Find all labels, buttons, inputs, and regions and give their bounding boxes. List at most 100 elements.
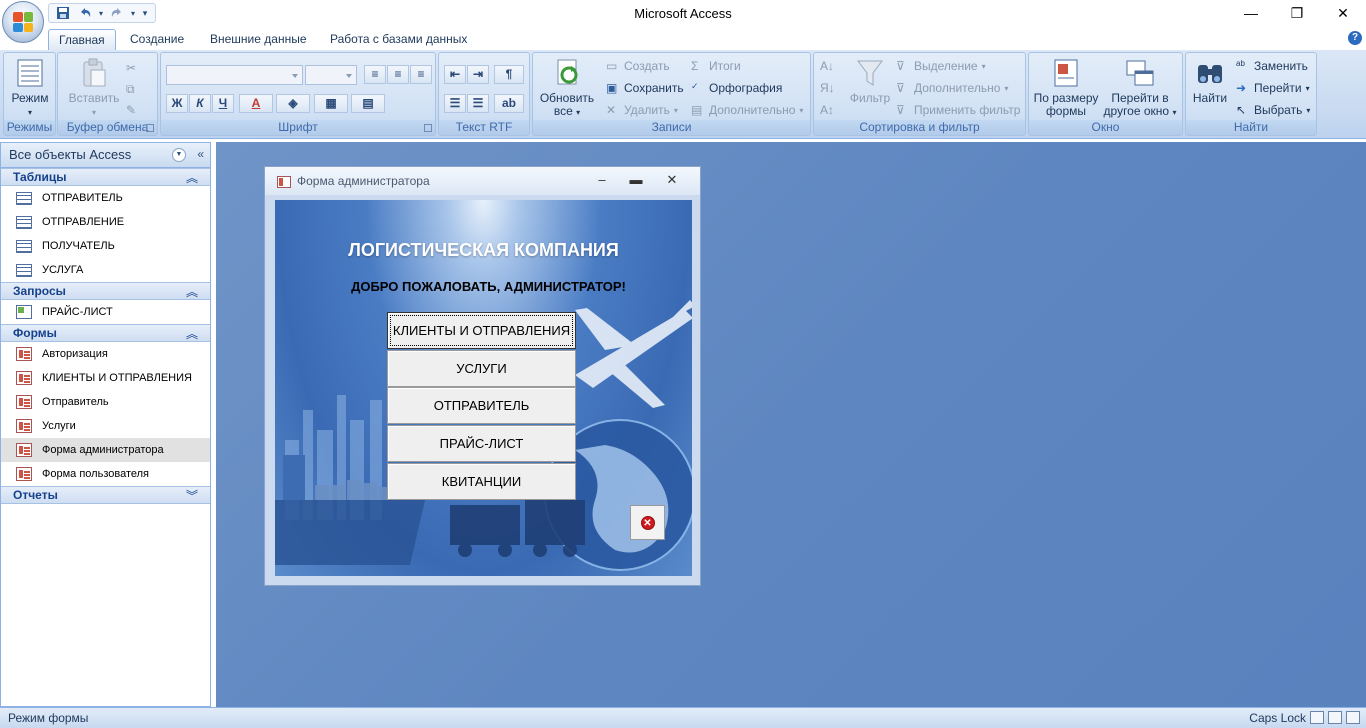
nav-form-item[interactable]: Услуги — [1, 414, 210, 438]
nav-form-item[interactable]: Отправитель — [1, 390, 210, 414]
font-name-combo[interactable] — [166, 65, 303, 85]
selection-button[interactable]: ⊽ Выделение ▾ — [896, 57, 986, 75]
paste-button[interactable]: Вставить ▾ — [68, 57, 120, 119]
tab-external-data[interactable]: Внешние данные — [200, 29, 317, 50]
minimize-icon[interactable]: — — [1228, 0, 1274, 26]
increase-indent-icon[interactable]: ⇥ — [467, 65, 489, 84]
tab-home[interactable]: Главная — [48, 29, 116, 50]
nav-item-label: Услуги — [42, 420, 76, 432]
navigation-pane: Все объекты Access ▼ « Таблицы ︽ ОТПРАВИТ… — [0, 142, 211, 707]
select-button[interactable]: ↖ Выбрать ▾ — [1236, 101, 1310, 119]
section-queries[interactable]: Запросы ︽ — [1, 282, 210, 300]
undo-dropdown-icon[interactable]: ▾ — [97, 5, 105, 21]
alternate-fill-icon[interactable]: ▤ — [351, 94, 385, 113]
nav-table-item[interactable]: ОТПРАВИТЕЛЬ — [1, 186, 210, 210]
redo-dropdown-icon[interactable]: ▾ — [129, 5, 137, 21]
italic-button[interactable]: К — [189, 94, 211, 113]
close-icon[interactable]: ✕ — [1320, 0, 1366, 26]
delete-record-button[interactable]: ✕ Удалить ▾ — [606, 101, 678, 119]
gridlines-icon[interactable]: ▦ — [314, 94, 348, 113]
copy-icon[interactable]: ⧉ — [126, 80, 135, 98]
receipts-button[interactable]: КВИТАНЦИИ — [387, 463, 576, 500]
font-launcher-icon[interactable] — [424, 124, 432, 132]
font-size-combo[interactable] — [305, 65, 357, 85]
nav-form-item[interactable]: Форма пользователя — [1, 462, 210, 486]
sort-ascending-icon[interactable]: A↓ — [820, 57, 834, 75]
replace-button[interactable]: ab Заменить — [1236, 57, 1308, 75]
highlight-icon[interactable]: ab — [494, 94, 524, 113]
nav-table-item[interactable]: ПОЛУЧАТЕЛЬ — [1, 234, 210, 258]
form-view-icon[interactable] — [1310, 711, 1324, 724]
numbering-icon[interactable]: ☰ — [444, 94, 466, 113]
totals-button[interactable]: Σ Итоги — [691, 57, 741, 75]
group-find: Найти ab Заменить ➜ Перейти ▾ ↖ Выбрать ▾ Най… — [1185, 52, 1317, 136]
font-color-button[interactable]: A — [239, 94, 273, 113]
section-reports[interactable]: Отчеты ︾ — [1, 486, 210, 504]
layout-view-icon[interactable] — [1328, 711, 1342, 724]
design-view-icon[interactable] — [1346, 711, 1360, 724]
view-button[interactable]: Режим ▾ — [9, 57, 51, 119]
office-button[interactable] — [2, 1, 44, 43]
cut-icon[interactable]: ✂ — [126, 59, 136, 77]
more-records-button[interactable]: ▤ Дополнительно ▾ — [691, 101, 803, 119]
nav-form-item-selected[interactable]: Форма администратора — [1, 438, 210, 462]
help-icon[interactable]: ? — [1348, 31, 1362, 45]
size-to-form-button[interactable]: По размеру формы — [1033, 57, 1099, 118]
save-icon[interactable] — [53, 5, 73, 21]
align-left-icon[interactable]: ≡ — [364, 65, 386, 84]
align-center-icon[interactable]: ≡ — [387, 65, 409, 84]
underline-button[interactable]: Ч — [212, 94, 234, 113]
advanced-filter-button[interactable]: ⊽ Дополнительно ▾ — [896, 79, 1008, 97]
nav-query-item[interactable]: ПРАЙС-ЛИСТ — [1, 300, 210, 324]
refresh-all-button[interactable]: Обновить все ▾ — [537, 57, 597, 119]
text-direction-icon[interactable]: ¶ — [494, 65, 524, 84]
form-title-bar[interactable]: Форма администратора ‒ ▬ ✕ — [265, 167, 700, 195]
form-close-icon[interactable]: ✕ — [663, 172, 681, 190]
nav-header[interactable]: Все объекты Access ▼ « — [1, 143, 210, 168]
section-tables[interactable]: Таблицы ︽ — [1, 168, 210, 186]
restore-icon[interactable]: ❐ — [1274, 0, 1320, 26]
clipboard-launcher-icon[interactable] — [146, 124, 154, 132]
find-button[interactable]: Найти — [1188, 57, 1232, 105]
price-list-button[interactable]: ПРАЙС-ЛИСТ — [387, 425, 576, 462]
nav-table-item[interactable]: ОТПРАВЛЕНИЕ — [1, 210, 210, 234]
nav-form-item[interactable]: Авторизация — [1, 342, 210, 366]
bullets-icon[interactable]: ☰ — [467, 94, 489, 113]
group-find-label: Найти — [1186, 120, 1316, 135]
undo-icon[interactable] — [75, 5, 95, 21]
new-record-button[interactable]: ▭ Создать — [606, 57, 670, 75]
sort-descending-icon[interactable]: Я↓ — [820, 79, 835, 97]
nav-form-item[interactable]: КЛИЕНТЫ И ОТПРАВЛЕНИЯ — [1, 366, 210, 390]
form-maximize-icon[interactable]: ▬ — [627, 172, 645, 190]
sender-button[interactable]: ОТПРАВИТЕЛЬ — [387, 387, 576, 424]
toggle-filter-label: Применить фильтр — [914, 103, 1021, 117]
decrease-indent-icon[interactable]: ⇤ — [444, 65, 466, 84]
fill-color-icon[interactable]: ◈ — [276, 94, 310, 113]
customize-qat-icon[interactable]: ▾ — [139, 5, 151, 21]
nav-table-item[interactable]: УСЛУГА — [1, 258, 210, 282]
redo-icon[interactable] — [107, 5, 127, 21]
tab-create[interactable]: Создание — [120, 29, 194, 50]
save-record-button[interactable]: ▣ Сохранить — [606, 79, 684, 97]
table-icon — [16, 215, 32, 229]
align-right-icon[interactable]: ≡ — [410, 65, 432, 84]
filter-button[interactable]: Фильтр — [847, 57, 893, 105]
goto-button[interactable]: ➜ Перейти ▾ — [1236, 79, 1310, 97]
switch-windows-button[interactable]: Перейти в другое окно ▾ — [1100, 57, 1180, 119]
goto-label: Перейти — [1254, 81, 1302, 95]
format-painter-icon[interactable]: ✎ — [126, 101, 136, 119]
form-icon — [277, 176, 291, 188]
close-form-button[interactable]: ✕ — [630, 505, 665, 540]
clear-sort-icon[interactable]: A↕ — [820, 101, 834, 119]
collapse-pane-icon[interactable]: « — [197, 147, 204, 161]
chevron-down-icon[interactable]: ▼ — [172, 148, 186, 162]
form-minimize-icon[interactable]: ‒ — [593, 172, 611, 190]
bold-button[interactable]: Ж — [166, 94, 188, 113]
tab-database-tools[interactable]: Работа с базами данных — [320, 29, 477, 50]
toggle-filter-button[interactable]: ⊽ Применить фильтр — [896, 101, 1020, 119]
chevron-up-icon: ︽ — [185, 327, 198, 341]
services-button[interactable]: УСЛУГИ — [387, 350, 576, 387]
spelling-button[interactable]: ✓ Орфография — [691, 79, 782, 97]
clients-shipments-button[interactable]: КЛИЕНТЫ И ОТПРАВЛЕНИЯ — [387, 312, 576, 349]
section-forms[interactable]: Формы ︽ — [1, 324, 210, 342]
